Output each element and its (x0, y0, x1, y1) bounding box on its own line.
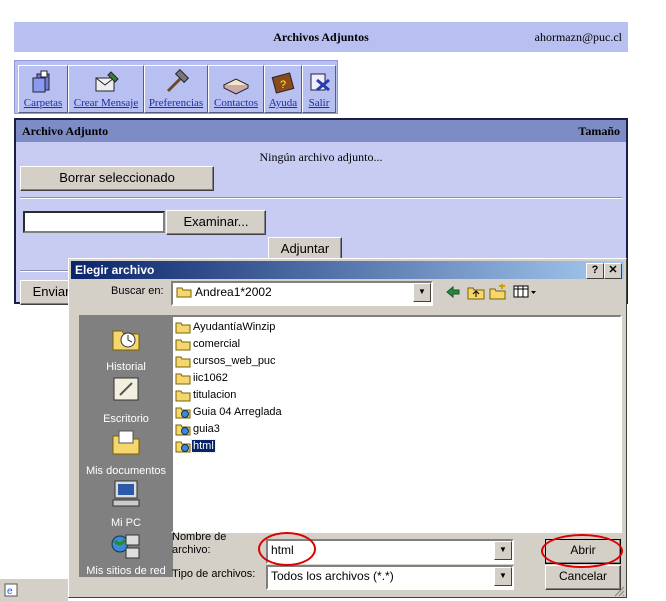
file-name: comercial (193, 338, 241, 350)
tools-icon (166, 69, 190, 93)
place-mis-sitios-de-red[interactable]: Mis sitios de red (79, 529, 173, 577)
dialog-title-bar[interactable]: Elegir archivo ? ✕ (71, 261, 624, 279)
my-computer-icon (112, 480, 140, 507)
folders-icon (32, 70, 50, 93)
file-chooser-dialog: Elegir archivo ? ✕ Buscar en: Andrea1*20… (68, 258, 627, 598)
my-documents-icon (112, 430, 140, 455)
file-name: cursos_web_puc (193, 355, 276, 367)
resize-grip-icon[interactable] (613, 585, 625, 597)
place-mis-documentos[interactable]: Mis documentos (79, 425, 173, 477)
web-folder-icon (175, 424, 191, 436)
chevron-down-icon[interactable]: ▼ (494, 567, 512, 586)
user-email: ahormazn@puc.cl (534, 30, 622, 44)
address-book-icon (222, 78, 250, 95)
web-folder-icon (175, 407, 191, 419)
ie-page-icon: e (4, 583, 18, 597)
place-historial[interactable]: Historial (79, 321, 173, 373)
back-arrow-icon[interactable] (445, 285, 461, 299)
toolbar-preferencias-button[interactable]: Preferencias (144, 65, 208, 113)
attachments-header: Archivo Adjunto Tamaño (16, 120, 626, 142)
web-folder-icon (175, 441, 191, 453)
delete-selected-button[interactable]: Borrar seleccionado (20, 166, 214, 191)
svg-text:?: ? (280, 79, 286, 91)
close-button[interactable]: ✕ (604, 263, 622, 279)
file-name: titulacion (193, 389, 237, 401)
exit-icon (310, 73, 330, 92)
filename-input[interactable]: html ▼ (266, 539, 514, 564)
new-folder-icon[interactable] (489, 283, 507, 300)
up-folder-icon[interactable] (467, 284, 485, 300)
file-name: AyudantíaWinzip (193, 321, 276, 333)
folder-icon (175, 390, 191, 402)
browser-status-bar: e (0, 578, 68, 601)
svg-text:e: e (7, 586, 13, 597)
divider (20, 197, 622, 199)
open-button[interactable]: Abrir (545, 539, 621, 564)
folder-icon (175, 322, 191, 334)
empty-message: Ningún archivo adjunto... (259, 150, 383, 164)
toolbar-contactos-button[interactable]: Contactos (208, 65, 264, 113)
compose-icon (95, 71, 119, 92)
place-escritorio[interactable]: Escritorio (79, 373, 173, 425)
chevron-down-icon[interactable]: ▼ (413, 283, 431, 302)
file-name: iic1062 (193, 372, 228, 384)
toolbar: Carpetas Crear Mensaje Preferencias Cont… (14, 60, 338, 114)
file-list[interactable]: AyudantíaWinzip comercial cursos_web_pucii… (171, 315, 622, 533)
chevron-down-icon[interactable]: ▼ (494, 541, 512, 560)
file-name: html (191, 439, 216, 453)
page-header: Archivos Adjuntos ahormazn@puc.cl (14, 22, 628, 52)
browse-button[interactable]: Examinar... (166, 210, 266, 235)
folder-icon (175, 339, 191, 351)
column-tamano: Tamaño (578, 124, 620, 138)
cancel-button[interactable]: Cancelar (545, 565, 621, 590)
toolbar-carpetas-button[interactable]: Carpetas (18, 65, 68, 113)
toolbar-crear-mensaje-button[interactable]: Crear Mensaje (68, 65, 144, 113)
history-icon (112, 330, 140, 351)
look-in-dropdown[interactable]: Andrea1*2002 ▼ (171, 281, 433, 306)
file-path-input[interactable] (23, 211, 165, 233)
dialog-title: Elegir archivo (75, 263, 155, 277)
filetype-label: Tipo de archivos: (172, 568, 256, 580)
folder-icon (175, 373, 191, 385)
places-bar: Historial Escritorio Mis documentos Mi P… (79, 315, 173, 577)
help-book-icon: ? (271, 72, 295, 94)
folder-icon (175, 356, 191, 368)
filename-label: Nombre de archivo: (172, 531, 227, 556)
help-button[interactable]: ? (586, 263, 604, 279)
look-in-label: Buscar en: (111, 285, 164, 297)
filetype-dropdown[interactable]: Todos los archivos (*.*) ▼ (266, 565, 514, 590)
view-menu-icon[interactable] (513, 285, 537, 299)
file-name: Guia 04 Arreglada (193, 406, 282, 418)
column-archivo-adjunto: Archivo Adjunto (22, 124, 109, 138)
network-places-icon (111, 534, 140, 559)
place-mi-pc[interactable]: Mi PC (79, 477, 173, 529)
folder-open-icon (176, 287, 192, 298)
desktop-icon (113, 377, 139, 401)
toolbar-salir-button[interactable]: Salir (302, 65, 336, 113)
toolbar-ayuda-button[interactable]: ? Ayuda (264, 65, 302, 113)
file-name: guia3 (193, 423, 220, 435)
